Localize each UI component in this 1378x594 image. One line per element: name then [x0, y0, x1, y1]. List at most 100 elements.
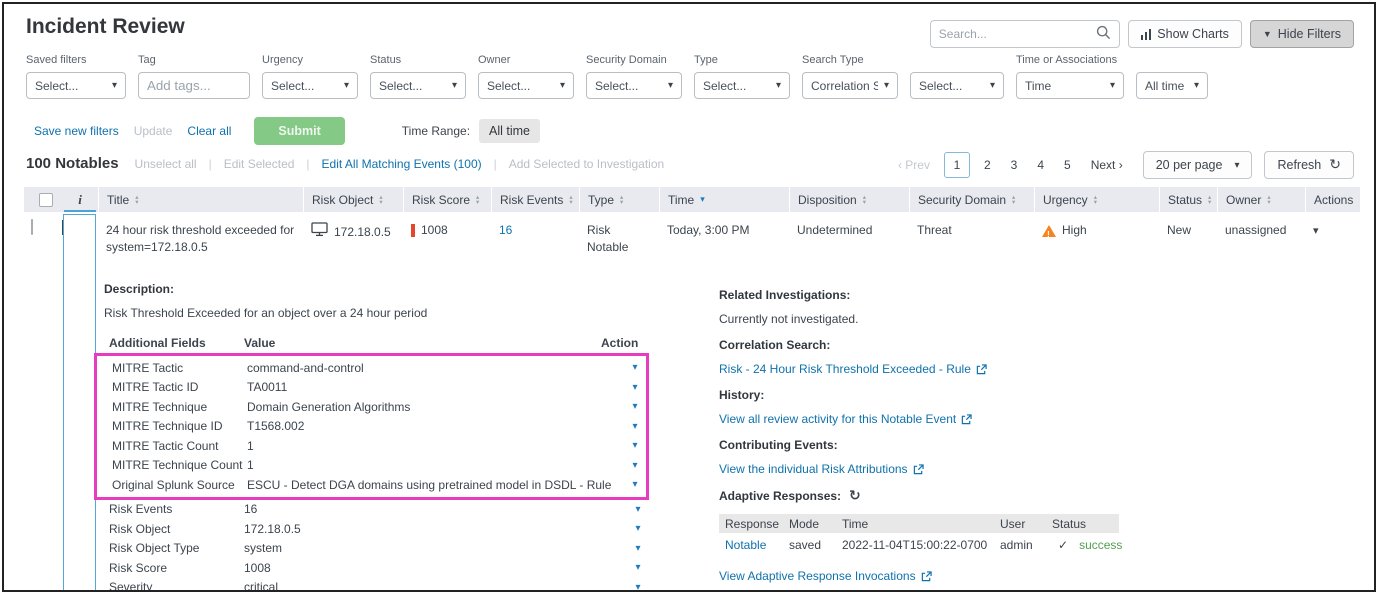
search-type-select[interactable]: Correlation S...▾: [802, 72, 898, 99]
field-action-dropdown[interactable]: ▾: [624, 382, 646, 393]
field-action-dropdown[interactable]: ▾: [627, 523, 649, 534]
search-box[interactable]: [930, 20, 1120, 48]
page-button-2[interactable]: 2: [976, 154, 999, 176]
column-header-risk-events[interactable]: Risk Events▴▾: [491, 187, 579, 212]
success-check-icon: ✓: [1052, 538, 1068, 552]
column-header-type[interactable]: Type▴▾: [579, 187, 659, 212]
field-action-dropdown[interactable]: ▾: [627, 582, 649, 592]
field-row: Original Splunk SourceESCU - Detect DGA …: [107, 475, 646, 495]
field-action-dropdown[interactable]: ▾: [624, 440, 646, 451]
detail-left-column: Description: Risk Threshold Exceeded for…: [104, 282, 649, 592]
filter-saved-filters: Saved filters Select...▾: [26, 54, 126, 99]
page-button-1[interactable]: 1: [944, 152, 970, 178]
type-select[interactable]: Select...▾: [694, 72, 790, 99]
security-domain-select[interactable]: Select...▾: [586, 72, 682, 99]
external-link-icon: [921, 571, 932, 582]
unselect-all-link: Unselect all: [135, 157, 197, 171]
field-row: Risk Events16▾: [104, 500, 649, 520]
search-input[interactable]: [939, 27, 1096, 41]
refresh-adaptive-responses-icon[interactable]: ↻: [849, 488, 861, 504]
page-button-3[interactable]: 3: [1003, 154, 1026, 176]
filter-search-type: Search Type Correlation S...▾: [802, 54, 898, 99]
cell-security-domain: Threat: [909, 220, 1034, 239]
field-action-dropdown[interactable]: ▾: [624, 362, 646, 373]
monitor-icon: [311, 222, 328, 242]
correlation-search-link[interactable]: Risk - 24 Hour Risk Threshold Exceeded -…: [719, 362, 987, 376]
next-page-button[interactable]: Next ›: [1083, 154, 1131, 176]
external-link-icon: [913, 464, 924, 475]
page-button-4[interactable]: 4: [1029, 154, 1052, 176]
time-range-chip[interactable]: All time: [479, 119, 540, 143]
collapse-row-chevron-icon[interactable]: [62, 220, 63, 235]
field-row: MITRE TechniqueDomain Generation Algorit…: [107, 397, 646, 417]
status-select[interactable]: Select...▾: [370, 72, 466, 99]
field-action-dropdown[interactable]: ▾: [627, 504, 649, 515]
column-header-title[interactable]: Title▴▾: [98, 187, 303, 212]
column-header-owner[interactable]: Owner▴▾: [1217, 187, 1305, 212]
field-action-dropdown[interactable]: ▾: [624, 479, 646, 490]
hide-filters-button[interactable]: ▼ Hide Filters: [1250, 20, 1354, 48]
sort-icon: ▴▾: [1012, 195, 1015, 205]
history-link[interactable]: View all review activity for this Notabl…: [719, 412, 972, 426]
adaptive-table-header: Response Mode Time User Status: [719, 514, 1119, 533]
cell-time: Today, 3:00 PM: [659, 220, 789, 239]
add-selected-to-investigation-link: Add Selected to Investigation: [509, 157, 664, 171]
chevron-down-icon: ▾: [884, 80, 889, 91]
submit-button[interactable]: Submit: [254, 117, 344, 145]
column-header-risk-score[interactable]: Risk Score▴▾: [403, 187, 491, 212]
column-header-disposition[interactable]: Disposition▴▾: [789, 187, 909, 212]
adaptive-response-invocations-link[interactable]: View Adaptive Response Invocations: [719, 569, 932, 583]
chevron-down-icon: ▾: [776, 80, 781, 91]
edit-all-matching-events-link[interactable]: Edit All Matching Events (100): [322, 157, 482, 171]
external-link-icon: [961, 414, 972, 425]
notable-response-link[interactable]: Notable: [725, 538, 766, 552]
field-row: Severitycritical▾: [104, 578, 649, 593]
column-header-security-domain[interactable]: Security Domain▴▾: [909, 187, 1034, 212]
field-action-dropdown[interactable]: ▾: [627, 543, 649, 554]
notables-count: 100 Notables: [26, 155, 119, 172]
table-row: 24 hour risk threshold exceeded for syst…: [24, 212, 1360, 256]
row-actions-dropdown[interactable]: ▾: [1313, 225, 1319, 237]
table-header-row: i Title▴▾ Risk Object▴▾ Risk Score▴▾ Ris…: [24, 187, 1360, 212]
column-header-time[interactable]: Time▾: [659, 187, 789, 212]
clear-all-link[interactable]: Clear all: [187, 124, 231, 138]
time-range: Time Range: All time: [402, 119, 540, 143]
row-checkbox[interactable]: [31, 219, 33, 235]
contributing-events-label: Contributing Events:: [719, 438, 1149, 452]
column-header-risk-object[interactable]: Risk Object▴▾: [303, 187, 403, 212]
search-type-value-select[interactable]: Select...▾: [910, 72, 1004, 99]
notables-table: i Title▴▾ Risk Object▴▾ Risk Score▴▾ Ris…: [24, 187, 1360, 592]
sort-icon: ▴▾: [620, 195, 623, 205]
page-button-5[interactable]: 5: [1056, 154, 1079, 176]
time-range-select[interactable]: All time▾: [1136, 72, 1208, 99]
contributing-events-link[interactable]: View the individual Risk Attributions: [719, 462, 924, 476]
urgency-select[interactable]: Select...▾: [262, 72, 358, 99]
search-icon: [1096, 25, 1111, 43]
adaptive-responses-header: Adaptive Responses: ↻: [719, 488, 1149, 504]
field-action-dropdown[interactable]: ▾: [624, 421, 646, 432]
sort-icon: ▴▾: [569, 195, 572, 205]
refresh-button[interactable]: Refresh ↻: [1264, 151, 1354, 179]
tag-input[interactable]: [138, 72, 250, 99]
related-investigations-label: Related Investigations:: [719, 288, 1149, 302]
field-action-dropdown[interactable]: ▾: [624, 401, 646, 412]
saved-filters-select[interactable]: Select...▾: [26, 72, 126, 99]
notable-row-group: 24 hour risk threshold exceeded for syst…: [24, 212, 1360, 592]
field-action-dropdown[interactable]: ▾: [627, 562, 649, 573]
save-new-filters-link[interactable]: Save new filters: [34, 124, 119, 138]
time-or-associations-select[interactable]: Time▾: [1016, 72, 1124, 99]
filter-tag: Tag: [138, 54, 250, 99]
owner-select[interactable]: Select...▾: [478, 72, 574, 99]
column-header-status[interactable]: Status▴▾: [1159, 187, 1217, 212]
risk-events-link[interactable]: 16: [499, 223, 512, 237]
filter-status: Status Select...▾: [370, 54, 466, 99]
history-label: History:: [719, 388, 1149, 402]
select-all-checkbox[interactable]: [39, 193, 53, 207]
per-page-select[interactable]: 20 per page ▾: [1143, 151, 1253, 179]
show-charts-button[interactable]: Show Charts: [1128, 20, 1242, 48]
column-header-urgency[interactable]: Urgency▴▾: [1034, 187, 1159, 212]
field-row: MITRE Technique IDT1568.002▾: [107, 417, 646, 437]
field-action-dropdown[interactable]: ▾: [624, 460, 646, 471]
chevron-down-icon: ▾: [1194, 80, 1199, 91]
additional-fields-header: Additional Fields Value Action: [104, 332, 649, 353]
